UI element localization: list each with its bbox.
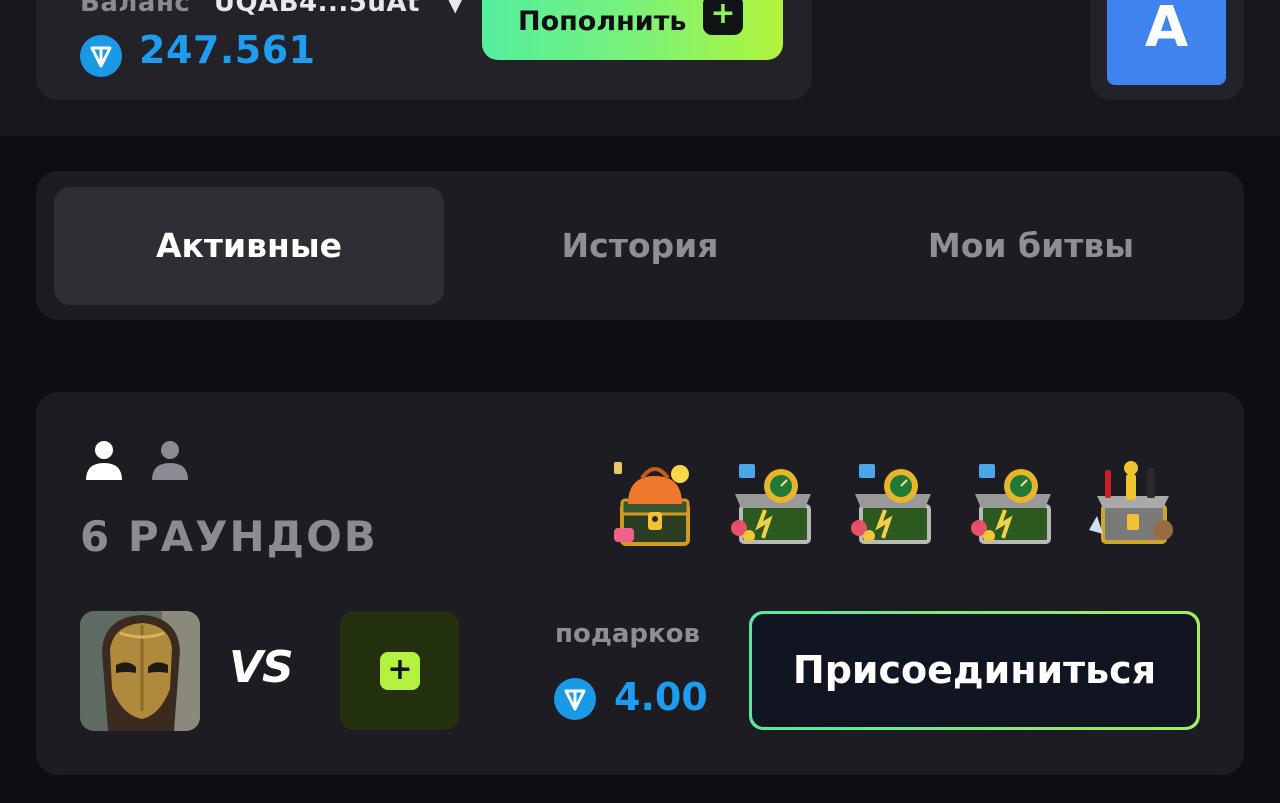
player-slot-filled-icon [86, 441, 122, 480]
battle-price: 4.00 [614, 675, 708, 719]
topup-button[interactable]: Пополнить + [482, 0, 783, 60]
wallet-address[interactable]: UQAB4...5uAt [214, 0, 420, 18]
gifts-label: подарков [555, 619, 700, 649]
balance-card: Баланс UQAB4...5uAt ▼ 247.561 Пополнить … [36, 0, 812, 100]
balance-amount: 247.561 [139, 28, 316, 72]
player-avatar [80, 611, 200, 731]
vs-label: VS [229, 642, 294, 693]
tab-bar: Активные История Мои битвы [36, 171, 1244, 320]
gold-watch-case-icon [971, 464, 1051, 544]
battle-card[interactable]: 6 РАУНДОВ VS + подарков 4.00 Присоединит… [36, 392, 1244, 775]
tab-my-battles[interactable]: Мои битвы [836, 187, 1226, 305]
topup-label: Пополнить [518, 6, 687, 37]
orange-bag-case-icon [614, 462, 690, 546]
join-button-label: Присоединиться [752, 614, 1197, 727]
plus-icon: + [380, 652, 420, 690]
gold-watch-case-icon [851, 464, 931, 544]
balance-label: Баланс [80, 0, 191, 18]
tab-active[interactable]: Активные [54, 187, 444, 305]
profile-card: A [1090, 0, 1244, 100]
avatar[interactable]: A [1107, 0, 1226, 85]
gold-watch-case-icon [731, 464, 811, 544]
join-button[interactable]: Присоединиться [749, 611, 1200, 730]
oscar-trophy-case-icon [1089, 461, 1173, 544]
top-bar: Баланс UQAB4...5uAt ▼ 247.561 Пополнить … [0, 0, 1280, 136]
balance-label-row: Баланс UQAB4...5uAt ▼ [80, 0, 463, 18]
join-slot-button[interactable]: + [340, 611, 459, 730]
ton-icon [80, 35, 122, 77]
tab-history[interactable]: История [445, 187, 835, 305]
player-slot-empty-icon [152, 441, 188, 480]
ton-icon [554, 678, 596, 720]
chevron-down-icon[interactable]: ▼ [447, 0, 463, 16]
rounds-count: 6 РАУНДОВ [80, 512, 378, 561]
plus-icon: + [703, 0, 743, 35]
